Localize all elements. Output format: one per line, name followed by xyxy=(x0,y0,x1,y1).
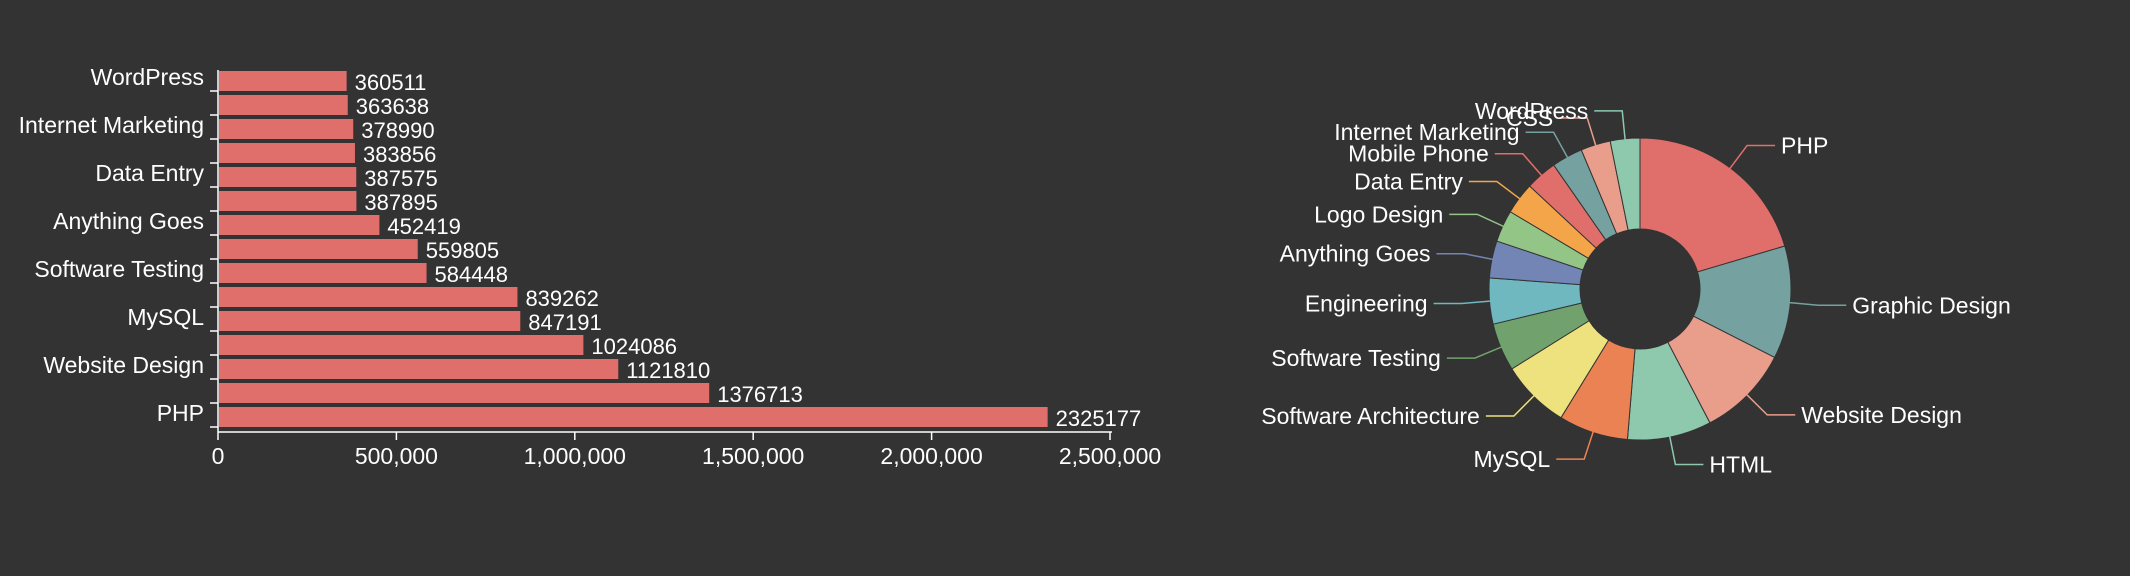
slice-leader-line xyxy=(1446,345,1503,359)
category-label: Software Testing xyxy=(34,256,204,282)
bar-value-label: 360511 xyxy=(355,70,427,95)
bar-value-label: 584448 xyxy=(435,262,508,287)
bar-value-label: 387575 xyxy=(364,166,437,191)
category-label: WordPress xyxy=(91,64,204,90)
bar xyxy=(219,239,418,259)
slice-label: Anything Goes xyxy=(1280,241,1431,267)
slice-leader-line xyxy=(1788,301,1847,307)
bar-value-label: 1376713 xyxy=(717,382,803,407)
slice-leader-line xyxy=(1745,393,1796,416)
x-tick-label: 2,500,000 xyxy=(1059,443,1161,469)
bar xyxy=(219,215,380,235)
slice-leader-line xyxy=(1485,394,1536,417)
slice-leader-line xyxy=(1468,180,1522,201)
slice-label: HTML xyxy=(1709,451,1772,477)
bar xyxy=(219,407,1048,427)
bar xyxy=(219,359,619,379)
slice-leader-line xyxy=(1556,430,1595,460)
slice-label: PHP xyxy=(1781,133,1828,159)
slice-label: Data Entry xyxy=(1354,169,1463,195)
bar-value-label: 452419 xyxy=(387,214,460,239)
bar xyxy=(219,263,427,283)
category-label: Anything Goes xyxy=(53,208,204,234)
category-label: Website Design xyxy=(43,352,204,378)
x-tick-label: 2,000,000 xyxy=(880,443,982,469)
x-tick-label: 1,000,000 xyxy=(524,443,626,469)
donut-chart: PHP Graphic Design Website Design HTML MySQL… xyxy=(1261,98,2011,478)
bar-value-label: 847191 xyxy=(528,310,601,335)
category-label: Data Entry xyxy=(95,160,204,186)
slice-label: Engineering xyxy=(1305,290,1428,316)
slice-leader-line xyxy=(1436,252,1495,261)
bar xyxy=(219,143,355,163)
slice-label: WordPress xyxy=(1475,98,1588,124)
slice-leader-line xyxy=(1525,131,1569,159)
bar-value-label: 387895 xyxy=(364,190,437,215)
bar xyxy=(219,311,521,331)
category-label: MySQL xyxy=(127,304,204,330)
bar-value-label: 559805 xyxy=(426,238,499,263)
slice-label: Website Design xyxy=(1801,402,1962,428)
bar xyxy=(219,191,357,211)
bar xyxy=(219,287,518,307)
slice-leader-line xyxy=(1594,110,1626,141)
bar-value-label: 1024086 xyxy=(591,334,677,359)
x-tick-label: 500,000 xyxy=(355,443,438,469)
bar xyxy=(219,119,354,139)
slice-leader-line xyxy=(1668,434,1704,466)
bar-value-label: 2325177 xyxy=(1056,406,1142,431)
x-tick-label: 0 xyxy=(212,443,225,469)
category-label: Internet Marketing xyxy=(19,112,204,138)
slice-label: Software Architecture xyxy=(1261,403,1480,429)
slice-leader-line xyxy=(1728,144,1776,171)
chart-canvas: 360511 WordPress 363638378990 Internet Mark… xyxy=(19,64,2011,478)
slice-label: MySQL xyxy=(1474,446,1551,472)
category-label: PHP xyxy=(157,400,204,426)
slice-label: Logo Design xyxy=(1314,201,1443,227)
slice-leader-line xyxy=(1494,152,1543,177)
bar xyxy=(219,383,710,403)
donut-slice xyxy=(1639,137,1786,273)
bar-value-label: 378990 xyxy=(361,118,434,143)
slice-label: Software Testing xyxy=(1271,345,1441,371)
slice-leader-line xyxy=(1433,300,1492,305)
bar xyxy=(219,167,357,187)
bar-value-label: 839262 xyxy=(525,286,598,311)
bar xyxy=(219,335,584,355)
bar-chart: 360511 WordPress 363638378990 Internet Mark… xyxy=(19,64,1162,469)
slice-label: Graphic Design xyxy=(1852,292,2011,318)
bar-value-label: 1121810 xyxy=(626,358,710,383)
bar xyxy=(219,71,347,91)
bar-value-label: 363638 xyxy=(356,94,429,119)
bar xyxy=(219,95,348,115)
slice-leader-line xyxy=(1449,213,1505,228)
x-tick-label: 1,500,000 xyxy=(702,443,804,469)
bar-value-label: 383856 xyxy=(363,142,436,167)
